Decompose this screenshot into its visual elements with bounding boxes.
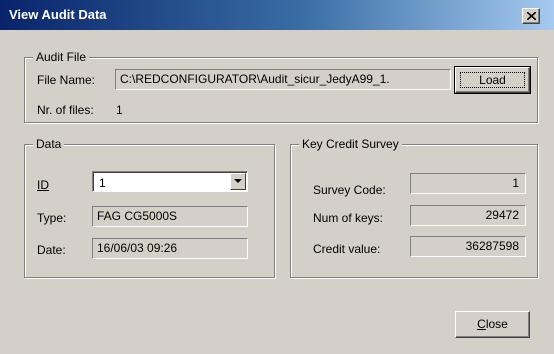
file-name-label: File Name: <box>37 73 96 87</box>
audit-file-group: Audit File File Name: C:\REDCONFIGURATOR… <box>24 50 538 123</box>
title-bar[interactable]: View Audit Data <box>0 0 554 30</box>
id-dropdown[interactable]: 1 <box>92 171 248 192</box>
date-label: Date: <box>37 243 66 257</box>
nr-files-value: 1 <box>116 103 123 117</box>
load-button[interactable]: Load <box>454 66 531 94</box>
credit-value-label: Credit value: <box>313 242 381 256</box>
key-credit-survey-legend: Key Credit Survey <box>299 137 402 151</box>
credit-value-field[interactable]: 36287598 <box>410 236 526 257</box>
view-audit-data-dialog: View Audit Data Audit File File Name: C:… <box>0 0 554 354</box>
window-title: View Audit Data <box>9 7 107 22</box>
close-button[interactable]: Close <box>455 311 530 338</box>
id-dropdown-value: 1 <box>99 176 106 190</box>
close-button-label: Close <box>477 317 508 331</box>
survey-code-label: Survey Code: <box>313 183 386 197</box>
chevron-down-icon <box>234 179 242 183</box>
date-field[interactable]: 16/06/03 09:26 <box>92 238 248 259</box>
nr-files-label: Nr. of files: <box>37 103 94 117</box>
num-keys-label: Num of keys: <box>313 211 384 225</box>
key-credit-survey-group: Key Credit Survey Survey Code: 1 Num of … <box>290 137 538 278</box>
file-name-field[interactable]: C:\REDCONFIGURATOR\Audit_sicur_JedyA99_1… <box>115 69 451 90</box>
type-label: Type: <box>37 211 67 225</box>
data-group: Data ID 1 Type: FAG CG5000S Date: 16/06/… <box>24 137 275 278</box>
close-mnemonic: C <box>477 317 486 331</box>
type-field[interactable]: FAG CG5000S <box>92 206 248 227</box>
close-icon <box>527 12 536 20</box>
close-button-rest: lose <box>485 317 508 331</box>
id-label: ID <box>37 178 49 192</box>
survey-code-field[interactable]: 1 <box>410 173 526 194</box>
data-legend: Data <box>33 137 65 151</box>
window-close-button[interactable] <box>522 8 540 24</box>
load-focus-rect <box>460 72 525 88</box>
id-dropdown-button[interactable] <box>230 173 246 190</box>
audit-file-legend: Audit File <box>33 50 90 64</box>
num-keys-field[interactable]: 29472 <box>410 205 526 226</box>
